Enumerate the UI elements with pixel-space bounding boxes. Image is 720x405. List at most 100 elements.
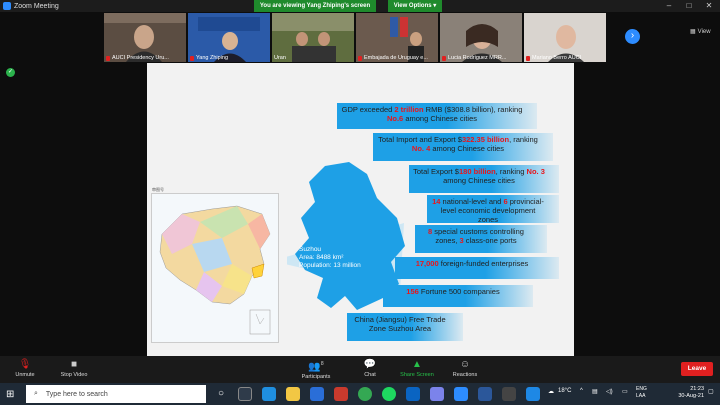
stat-highlight: 156 (406, 287, 419, 296)
app-blue-icon[interactable] (526, 387, 540, 401)
stop-video-label: Stop Video (60, 372, 88, 378)
zoom-taskbar-icon[interactable] (454, 387, 468, 401)
stat-segment: China (Jiangsu) Free Trade Zone Suzhou A… (354, 315, 446, 333)
shared-screen-slide: 审图号 Suzhou Area: 8488 km² Population: 13… (147, 63, 574, 356)
weather-icon[interactable]: ☁ (548, 388, 554, 395)
video-tile[interactable]: Yang Zhiping (188, 13, 270, 62)
task-view-icon[interactable] (238, 387, 252, 401)
windows-start-icon[interactable]: ⊞ (6, 389, 17, 400)
chrome-icon[interactable] (358, 387, 372, 401)
chevron-right-icon: › (630, 30, 635, 41)
video-tile[interactable]: Uran (272, 13, 354, 62)
stop-video-button[interactable]: ■ Stop Video (56, 359, 92, 378)
suzhou-area: Area: 8488 km² (299, 254, 344, 261)
chat-label: Chat (364, 372, 376, 378)
view-label: View (697, 28, 711, 35)
video-tile[interactable]: Lucia Rodriguez MRR... (440, 13, 522, 62)
edge-icon[interactable] (262, 387, 276, 401)
clock-time: 21:23 (690, 386, 704, 392)
stat-segment: national-level and (440, 197, 504, 206)
muted-mic-icon (526, 55, 530, 61)
stat-highlight: 322.35 billion (461, 135, 510, 144)
stat-highlight: No.6 (386, 114, 404, 123)
stat-segment: RMB ($308.8 billion), ranking (423, 105, 523, 114)
weather-temp: 18°C (558, 388, 572, 394)
close-icon[interactable]: ✕ (700, 0, 718, 12)
maximize-icon[interactable]: □ (680, 0, 698, 12)
video-tile[interactable]: Embajada de Uruguay e... (356, 13, 438, 62)
participant-name: AUCI Presidency Uru... (112, 55, 169, 61)
unmute-button[interactable]: 🎙 Unmute (10, 359, 40, 378)
stat-box: 156 Fortune 500 companies (383, 285, 533, 307)
gallery-view-icon: ▦ (690, 29, 696, 35)
stat-segment: among Chinese cities (443, 176, 515, 185)
muted-mic-icon (190, 55, 194, 61)
reactions-label: Reactions (452, 372, 478, 378)
word-icon[interactable] (478, 387, 492, 401)
stat-segment: GDP exceeded (341, 105, 395, 114)
stat-text: 156 Fortune 500 companies (383, 285, 523, 298)
file-explorer-icon[interactable] (286, 387, 300, 401)
outlook-icon[interactable] (406, 387, 420, 401)
participants-count: 8 (320, 361, 324, 367)
participant-name: Embajada de Uruguay e... (364, 55, 428, 61)
language-indicator[interactable]: ENG LAA (636, 386, 647, 400)
stat-segment: among Chinese cities (430, 144, 505, 153)
china-map-image (152, 194, 278, 342)
app-gray-icon[interactable] (502, 387, 516, 401)
stat-box: China (Jiangsu) Free Trade Zone Suzhou A… (347, 313, 463, 341)
store-icon[interactable] (310, 387, 324, 401)
stat-box: 17,000 foreign-funded enterprises (395, 257, 559, 279)
video-tile[interactable]: AUCI Presidency Uru... (104, 13, 186, 62)
tray-chevron-icon[interactable]: ^ (580, 388, 583, 394)
stat-segment: class-one ports (463, 236, 517, 245)
clock-date: 30-Aug-21 (678, 393, 704, 399)
spotify-icon[interactable] (382, 387, 396, 401)
leave-button[interactable]: Leave (681, 362, 713, 376)
battery-icon[interactable]: ▭ (622, 388, 628, 395)
security-shield-icon[interactable]: ✓ (6, 68, 15, 77)
reactions-icon: ☺ (459, 359, 471, 370)
lang-2: LAA (636, 393, 646, 399)
muted-mic-icon (442, 55, 446, 61)
video-tile[interactable]: Mariano Berro AUCI (524, 13, 606, 62)
stat-text: Total Import and Export $322.35 billion,… (373, 133, 543, 155)
teams-icon[interactable] (430, 387, 444, 401)
taskbar-clock[interactable]: 21:23 30-Aug-21 (670, 386, 704, 400)
participant-name: Yang Zhiping (196, 55, 229, 61)
chat-button[interactable]: 💬 Chat (358, 359, 382, 378)
network-icon[interactable]: ▤ (592, 388, 598, 395)
reactions-button[interactable]: ☺ Reactions (448, 359, 482, 378)
stat-highlight: 17,000 (415, 259, 439, 268)
window-title: Zoom Meeting (14, 2, 59, 10)
notifications-icon[interactable]: ▢ (708, 388, 714, 395)
volume-icon[interactable]: ◁) (606, 388, 613, 395)
stat-segment: , ranking (495, 167, 527, 176)
next-page-button[interactable]: › (625, 29, 640, 44)
app-red-icon[interactable] (334, 387, 348, 401)
minimize-icon[interactable]: – (660, 0, 678, 12)
stat-box: Total Export $180 billion, ranking No. 3… (409, 165, 559, 193)
share-screen-icon: ▲ (412, 359, 422, 370)
participants-button[interactable]: 👥8 Participants (296, 359, 336, 380)
stat-segment: , ranking (509, 135, 538, 144)
cortana-icon[interactable]: ○ (214, 387, 228, 401)
stat-highlight: 2 trillion (394, 105, 424, 114)
lang-1: ENG (636, 386, 647, 392)
stat-box: 14 national-level and 6 provincial-level… (427, 195, 559, 224)
share-screen-button[interactable]: ▲ Share Screen (396, 359, 438, 378)
stat-segment: among Chinese cities (403, 114, 478, 123)
suzhou-population: Population: 13 million (299, 262, 361, 269)
taskbar-search-input[interactable]: ⌕ Type here to search (26, 385, 206, 403)
view-options-button[interactable]: View Options ▾ (388, 0, 442, 12)
participant-name: Mariano Berro AUCI (532, 55, 582, 61)
muted-mic-icon (358, 55, 362, 61)
search-icon: ⌕ (34, 390, 38, 397)
suzhou-label: Suzhou (299, 246, 322, 253)
china-map (151, 193, 279, 343)
search-placeholder: Type here to search (45, 390, 108, 398)
stat-text: China (Jiangsu) Free Trade Zone Suzhou A… (347, 313, 453, 335)
stat-text: GDP exceeded 2 trillion RMB ($308.8 bill… (337, 103, 527, 125)
participant-name: Lucia Rodriguez MRR... (448, 55, 507, 61)
view-button[interactable]: ▦ View (690, 28, 711, 36)
